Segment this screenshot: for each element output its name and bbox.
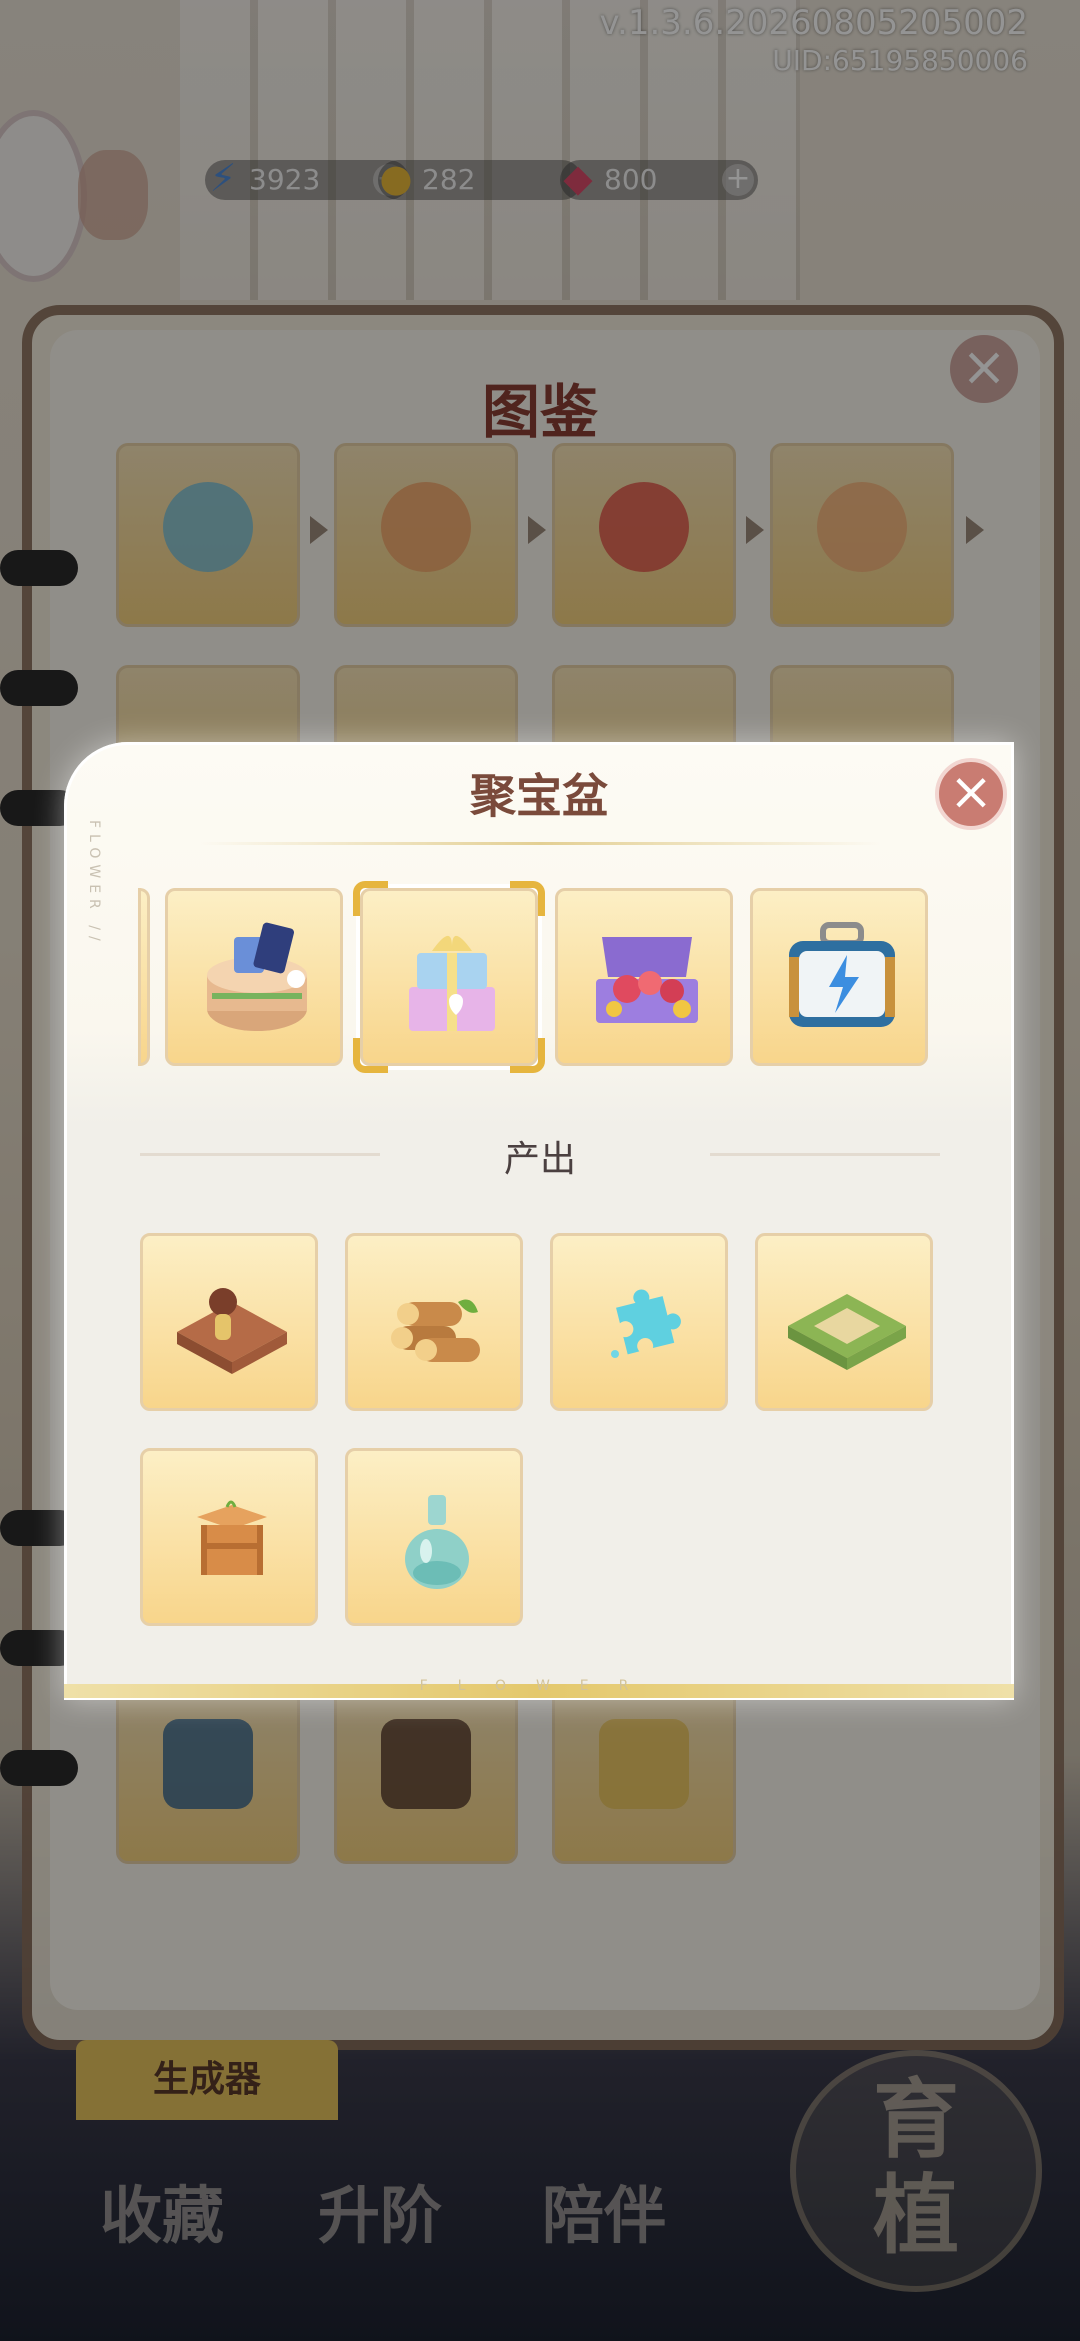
doll-tile-icon bbox=[177, 1288, 287, 1374]
output-card-wooden-crate[interactable] bbox=[140, 1448, 318, 1626]
output-section-label: 产出 bbox=[503, 1139, 576, 1180]
flower-side-decoration: FLOWER // bbox=[86, 820, 102, 947]
grass-tile-icon bbox=[788, 1294, 906, 1370]
output-card-grass-tile[interactable] bbox=[755, 1233, 933, 1411]
output-card-glass-vase[interactable] bbox=[345, 1448, 523, 1626]
chain-card-blue-suitcase[interactable] bbox=[750, 888, 928, 1066]
gift-box-icon bbox=[207, 922, 307, 1031]
chain-card-gift-box-with-cards[interactable] bbox=[165, 888, 343, 1066]
output-card-crystal-puzzle-piece[interactable] bbox=[550, 1233, 728, 1411]
wooden-crate-icon bbox=[197, 1500, 267, 1575]
output-card-dressing-doll-tile[interactable] bbox=[140, 1233, 318, 1411]
crystal-puzzle-icon bbox=[611, 1289, 681, 1358]
modal-title: 聚宝盆 bbox=[470, 769, 608, 823]
modal-close-button[interactable]: × bbox=[935, 758, 1007, 830]
chain-card-gift-boxes-stack[interactable] bbox=[353, 881, 545, 1073]
chain-card-treasure-chest[interactable] bbox=[555, 888, 733, 1066]
stacked-gifts-icon bbox=[409, 935, 495, 1031]
chain-card-partial[interactable] bbox=[138, 888, 150, 1066]
modal-footer-text: FLOWER bbox=[419, 1678, 659, 1694]
glass-vase-icon bbox=[405, 1495, 469, 1589]
wood-logs-icon bbox=[391, 1299, 480, 1362]
suitcase-icon bbox=[789, 922, 895, 1027]
title-divider bbox=[200, 842, 880, 845]
output-card-wood-logs[interactable] bbox=[345, 1233, 523, 1411]
treasure-chest-icon bbox=[596, 937, 698, 1023]
